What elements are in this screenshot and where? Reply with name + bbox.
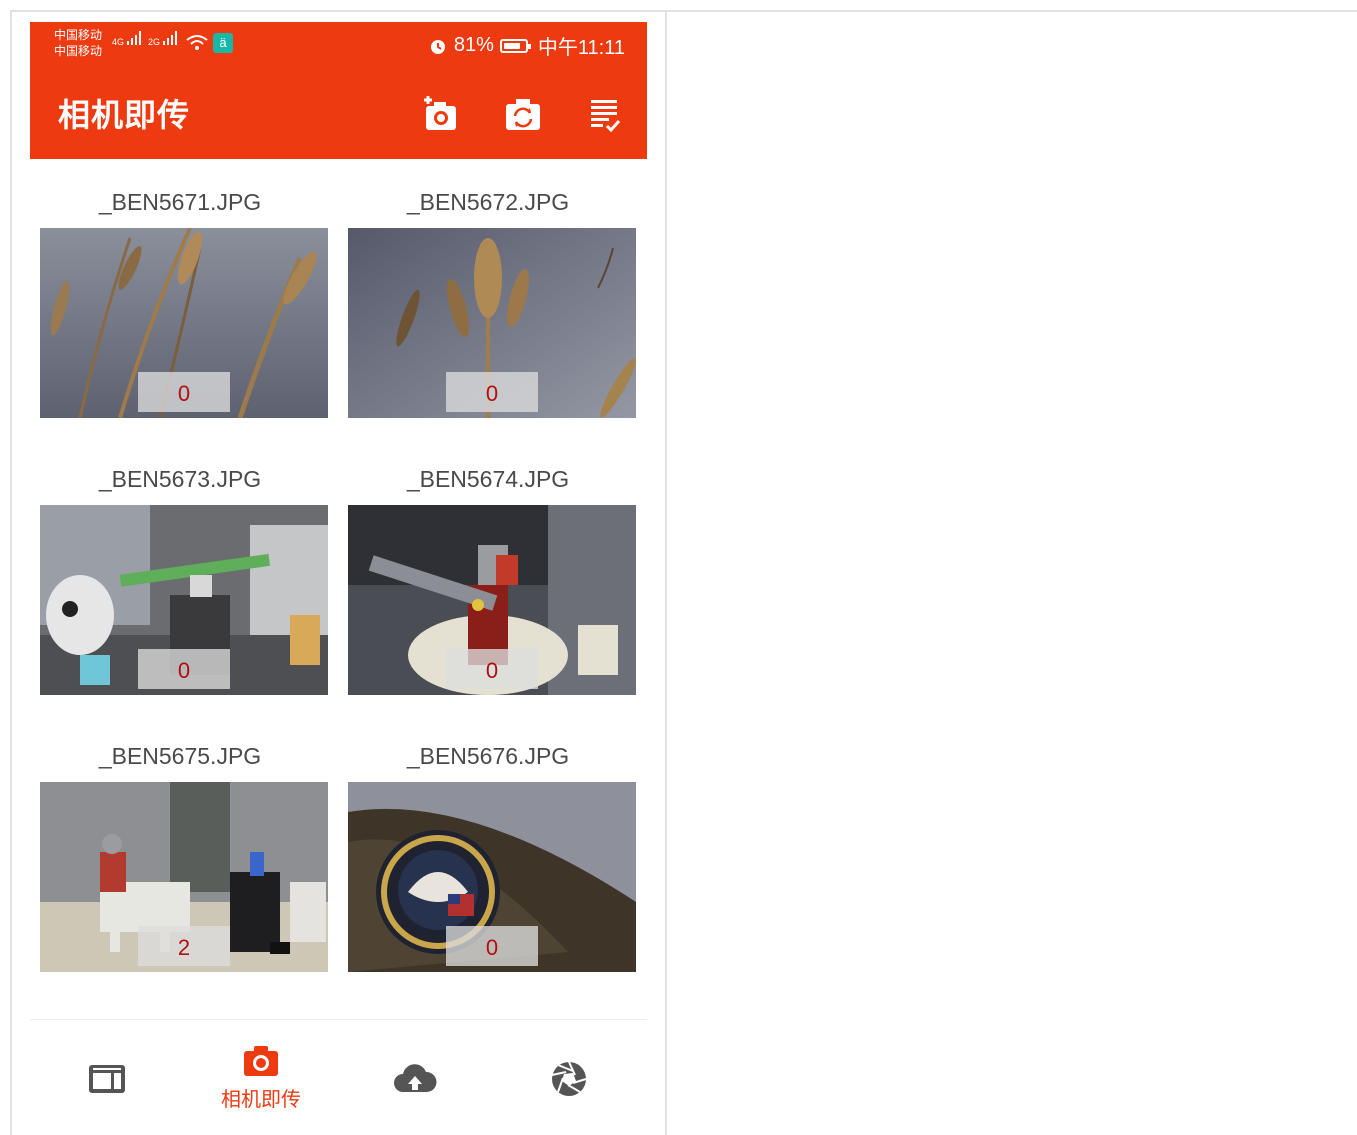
photo-filename: _BEN5676.JPG: [406, 743, 570, 769]
photo-tile[interactable]: _BEN5676.JPG 0: [338, 713, 636, 990]
nav-label-active: 相机即传: [221, 1089, 301, 1111]
reference-count: 0: [446, 649, 538, 689]
battery-icon: [499, 38, 531, 53]
carrier-2: 中国移动: [54, 44, 103, 58]
photo-tile[interactable]: _BEN5671.JPG 0: [30, 159, 328, 436]
signal-bars-icon: [162, 31, 177, 45]
photo-tile[interactable]: _BEN5672.JPG 0: [338, 159, 636, 436]
reference-count: 0: [446, 926, 538, 966]
photo-filename: _BEN5672.JPG: [406, 189, 570, 215]
photo-thumbnail[interactable]: 0: [348, 782, 636, 972]
network-type-2: 2G: [148, 37, 161, 47]
phone-screen: 中国移动 中国移动 4G 2G ä 81% 中午11:11 相机即传 _BEN5…: [30, 22, 647, 1135]
reference-count: 0: [138, 372, 230, 412]
status-bar: 中国移动 中国移动 4G 2G ä 81% 中午11:11: [30, 22, 647, 66]
frame-divider: [665, 10, 667, 1135]
cloud-upload-icon: [394, 1063, 437, 1092]
alarm-icon: [430, 39, 445, 54]
photo-filename: _BEN5671.JPG: [98, 189, 262, 215]
status-right: 81% 中午11:11: [428, 31, 625, 60]
carrier-1: 中国移动: [54, 28, 103, 42]
signal-bars-icon: [126, 31, 141, 45]
bottom-navigation: 相机即传: [30, 1022, 647, 1135]
frame-top-border: [10, 10, 1357, 12]
network-type-1: 4G: [112, 37, 125, 47]
switch-camera-button[interactable]: [503, 94, 543, 134]
nav-item-camera[interactable]: 相机即传: [184, 1022, 338, 1135]
add-camera-icon: [424, 96, 456, 130]
gallery-icon: [89, 1064, 125, 1093]
checklist-button[interactable]: [585, 94, 625, 134]
page-title: 相机即传: [58, 97, 191, 133]
photo-thumbnail[interactable]: 0: [40, 505, 328, 695]
photo-tile[interactable]: _BEN5673.JPG 0: [30, 436, 328, 713]
nav-item-gallery[interactable]: [30, 1022, 184, 1135]
aperture-icon: [551, 1061, 587, 1096]
nav-item-aperture[interactable]: [492, 1022, 646, 1135]
camera-icon: [244, 1046, 278, 1076]
app-bar: 中国移动 中国移动 4G 2G ä 81% 中午11:11 相机即传: [30, 22, 647, 159]
photo-thumbnail[interactable]: 2: [40, 782, 328, 972]
photo-filename: _BEN5675.JPG: [98, 743, 262, 769]
app-notification-icon: ä: [213, 33, 233, 53]
photo-tile[interactable]: _BEN5674.JPG 0: [338, 436, 636, 713]
photo-filename: _BEN5674.JPG: [406, 466, 570, 492]
signal-1: 4G: [112, 31, 143, 47]
switch-camera-icon: [506, 99, 540, 130]
photo-tile[interactable]: _BEN5675.JPG 2: [30, 713, 328, 990]
photo-thumbnail[interactable]: 0: [40, 228, 328, 418]
reference-count: 0: [446, 372, 538, 412]
reference-count: 2: [138, 926, 230, 966]
photo-thumbnail[interactable]: 0: [348, 505, 636, 695]
bottom-nav-divider: [30, 1019, 647, 1020]
carrier-labels: 中国移动 中国移动: [54, 27, 102, 59]
battery-percent: 81%: [453, 34, 494, 56]
clock: 中午11:11: [537, 37, 625, 59]
signal-2: 2G: [148, 31, 179, 47]
frame-left-border: [10, 10, 12, 1135]
photo-filename: _BEN5673.JPG: [98, 466, 262, 492]
reference-count: 0: [138, 649, 230, 689]
nav-item-upload[interactable]: [338, 1022, 492, 1135]
battery-level: [503, 42, 521, 49]
checklist-icon: [591, 100, 621, 133]
photo-thumbnail[interactable]: 0: [348, 228, 636, 418]
add-camera-button[interactable]: [420, 94, 460, 134]
wifi-icon: [186, 35, 208, 50]
